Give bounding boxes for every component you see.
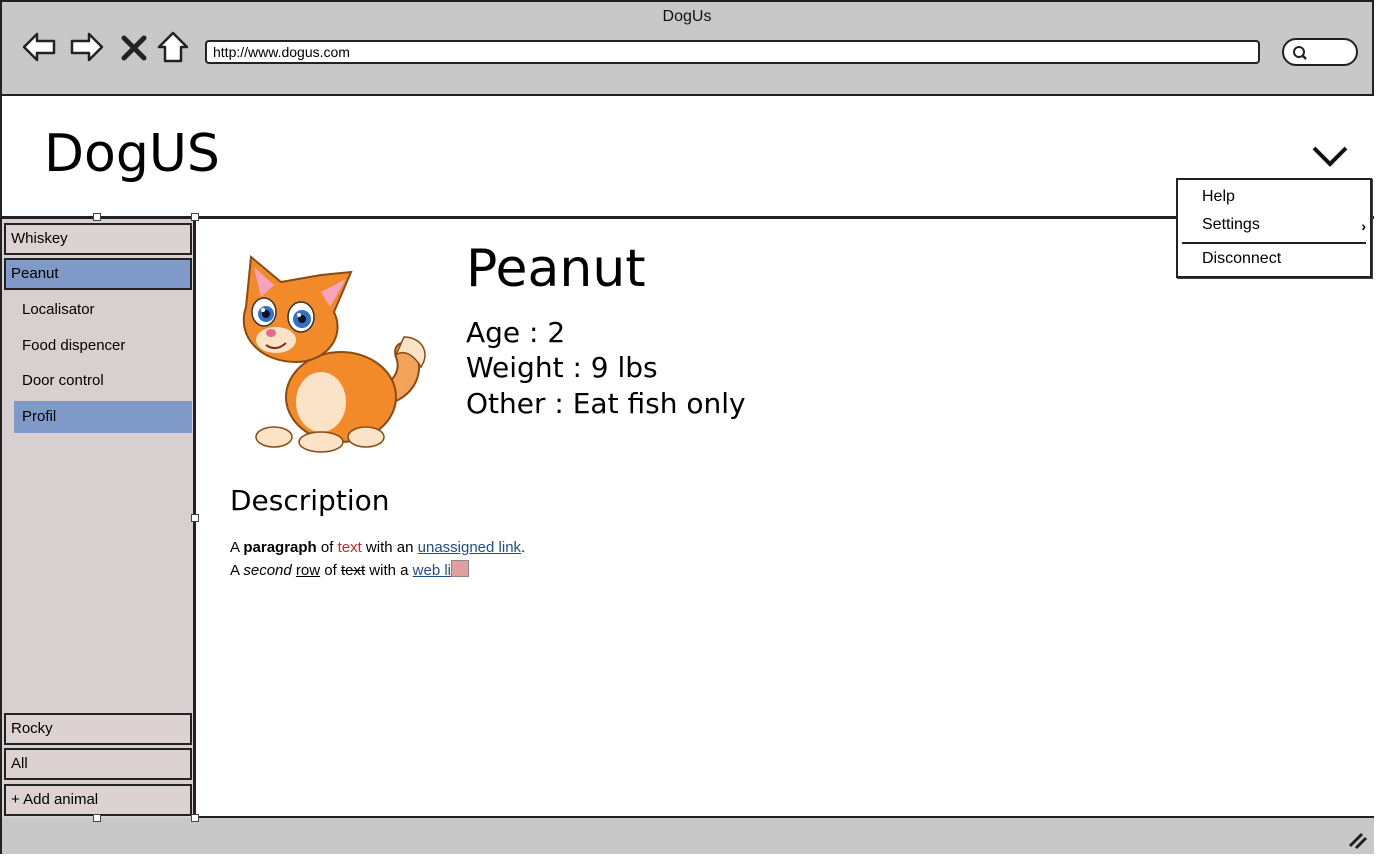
selection-handle [191,514,199,522]
resize-grip-icon[interactable] [1346,830,1368,850]
address-bar[interactable]: http://www.dogus.com [205,40,1260,64]
selection-handle [93,213,101,221]
menu-item-help[interactable]: Help [1202,188,1235,206]
bold-text: paragraph [243,539,317,556]
page-content: DogUS Help Settings › Disconnect Whiskey… [2,94,1374,819]
text: of [320,562,341,579]
red-text: text [337,539,362,556]
back-icon[interactable] [22,30,56,64]
pet-other: Other : Eat fish only [466,387,746,420]
pet-name: Peanut [466,239,646,299]
pet-photo [226,237,436,457]
sidebar-subitem-door-control[interactable]: Door control [14,365,192,397]
pet-weight: Weight : 9 lbs [466,351,658,384]
home-icon[interactable] [156,30,190,64]
text: A [230,539,244,556]
app-logo: DogUS [44,124,220,184]
sidebar-item-rocky[interactable]: Rocky [4,713,192,745]
sidebar-subitem-food-dispencer[interactable]: Food dispencer [14,330,192,362]
strikethrough-text: text [340,562,366,579]
sidebar-item-whiskey[interactable]: Whiskey [4,223,192,255]
description-heading: Description [230,484,390,517]
menu-divider [1182,242,1366,244]
sidebar-subitem-profil[interactable]: Profil [14,401,192,433]
underlined-text: row [295,562,321,579]
profile-panel: Peanut Age : 2 Weight : 9 lbs Other : Ea… [196,219,1374,816]
selection-handle [191,814,199,822]
chevron-down-icon[interactable] [1310,144,1350,170]
pet-age: Age : 2 [466,316,566,349]
description-line-1: A paragraph of text with an unassigned l… [230,539,525,556]
menu-item-settings[interactable]: Settings [1202,216,1260,234]
web-link[interactable]: web li [413,562,451,579]
close-icon[interactable] [120,30,148,64]
text: A [230,562,244,579]
italic-text: second [243,562,292,579]
text: with an [361,539,418,556]
app-header: DogUS Help Settings › Disconnect [2,96,1374,278]
sidebar-item-peanut[interactable]: Peanut [4,258,192,290]
chevron-right-icon: › [1361,218,1366,234]
sidebar-item-add-animal[interactable]: + Add animal [4,784,192,816]
selection-handle [93,814,101,822]
selection-handle [191,213,199,221]
window-title: DogUs [662,8,712,25]
sidebar-item-all[interactable]: All [4,748,192,780]
dropdown-menu: Help Settings › Disconnect [1176,178,1372,278]
forward-icon[interactable] [70,30,104,64]
sidebar: Whiskey Peanut Localisator Food dispence… [2,219,196,819]
text: . [521,539,526,556]
search-field[interactable] [1282,38,1358,66]
unassigned-link[interactable]: unassigned link [418,539,521,556]
text: of [316,539,338,556]
external-link-icon [451,560,470,577]
sidebar-subitem-localisator[interactable]: Localisator [14,294,192,326]
text: with a [365,562,413,579]
menu-item-disconnect[interactable]: Disconnect [1202,250,1281,268]
description-line-2: A second row of text with a web li [230,560,470,579]
status-bar [2,818,1374,854]
browser-window: DogUs http://www.dogus.com DogUS Help Se… [0,0,1374,854]
